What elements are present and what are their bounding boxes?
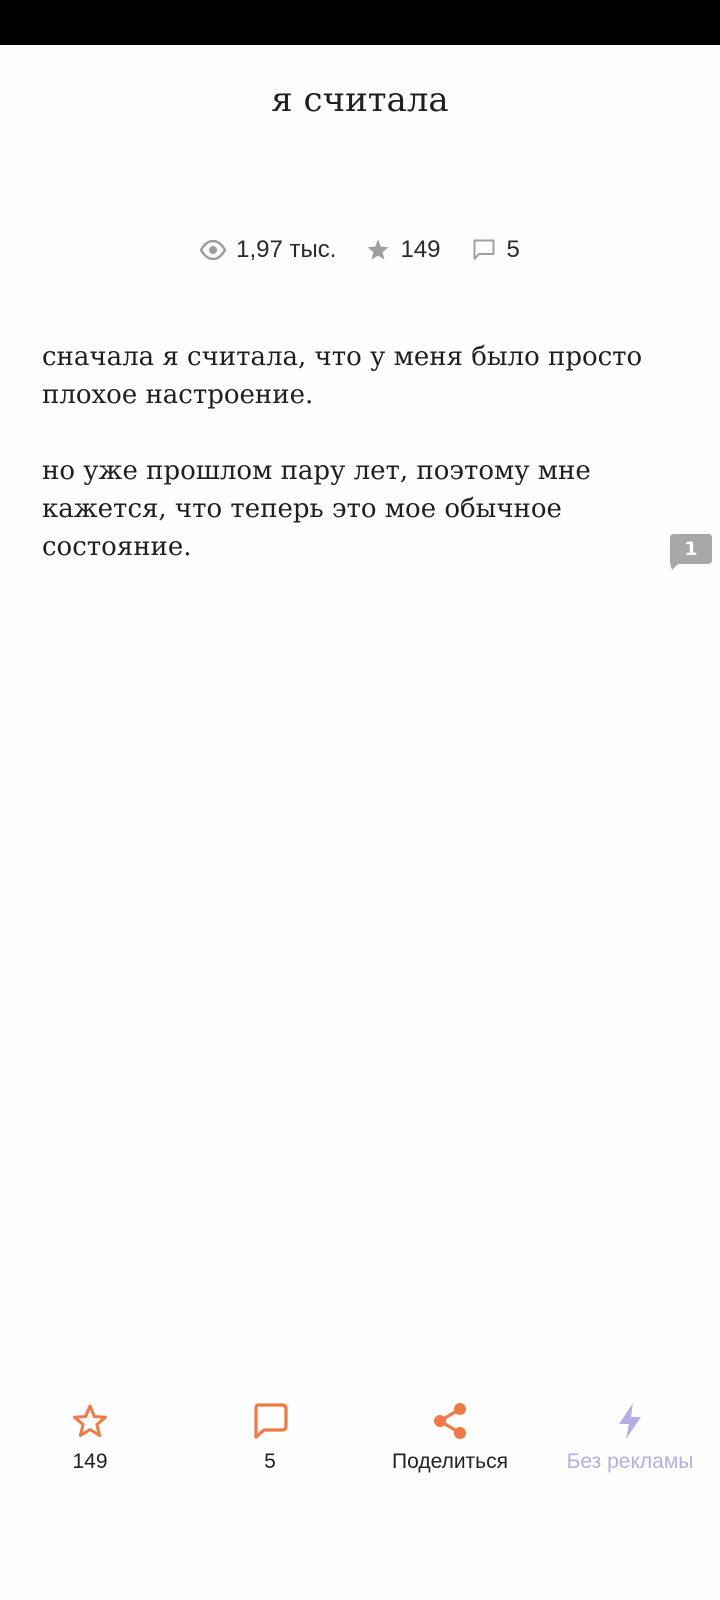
paragraph-comment-count: 1: [684, 538, 698, 560]
star-button-count: 149: [72, 1450, 108, 1473]
eye-icon: [200, 240, 227, 260]
star-icon: [366, 238, 390, 262]
post-stats: 1,97 тыс. 149 5: [0, 230, 720, 270]
paragraph: сначала я считала, что у меня было прост…: [42, 342, 643, 410]
stars-stat: 149: [366, 236, 440, 264]
star-button[interactable]: 149: [0, 1400, 180, 1510]
share-button[interactable]: Поделиться: [360, 1400, 540, 1510]
no-ads-button-label: Без рекламы: [566, 1450, 694, 1473]
star-icon: [72, 1400, 108, 1442]
stars-count: 149: [400, 236, 441, 263]
post-body: сначала я считала, что у меня было прост…: [42, 338, 682, 604]
comment-icon: [251, 1400, 289, 1442]
comment-button-count: 5: [264, 1450, 276, 1473]
comment-button[interactable]: 5: [180, 1400, 360, 1510]
status-bar: [0, 0, 720, 45]
views-stat: 1,97 тыс.: [200, 236, 336, 264]
comments-stat: 5: [472, 236, 520, 264]
share-icon: [432, 1400, 468, 1442]
views-count: 1,97 тыс.: [236, 236, 337, 263]
comment-icon: [472, 238, 496, 262]
no-ads-button[interactable]: Без рекламы: [540, 1400, 720, 1510]
post-title: я считала: [271, 80, 449, 120]
paragraph: но уже прошлом пару лет, поэтому мне каж…: [42, 456, 591, 562]
comments-count: 5: [506, 236, 520, 263]
lightning-icon: [616, 1400, 644, 1442]
paragraph-comment-button[interactable]: 1: [670, 534, 712, 570]
bottom-action-bar: 149 5 Поделиться Без рекламы: [0, 1400, 720, 1510]
share-button-label: Поделиться: [392, 1450, 508, 1473]
